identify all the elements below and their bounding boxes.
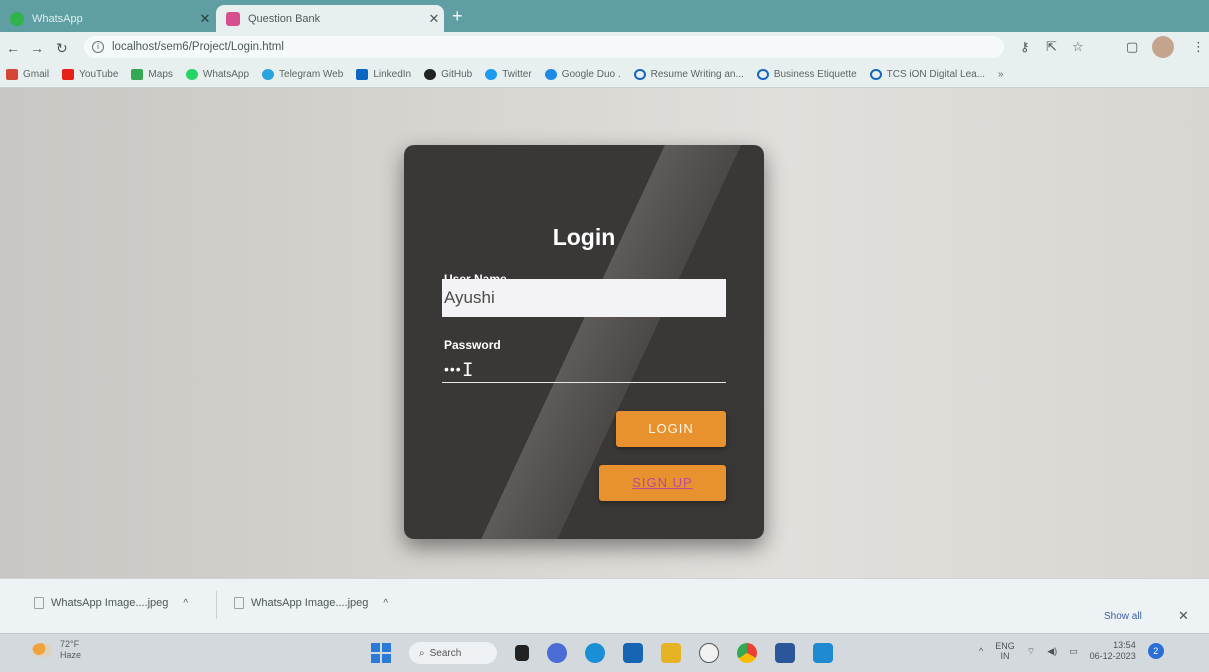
- mail-icon[interactable]: [623, 643, 643, 663]
- weather-widget[interactable]: 72°F Haze: [32, 639, 81, 661]
- telegram-icon: [262, 69, 275, 80]
- login-title: Login: [552, 224, 616, 250]
- downloads-bar: WhatsApp Image....jpeg ^ WhatsApp Image.…: [0, 578, 1209, 633]
- bookmark-resume-writing[interactable]: Resume Writing an...: [633, 69, 744, 80]
- whatsapp-icon: [185, 69, 198, 80]
- avatar[interactable]: [1152, 36, 1174, 58]
- download-item[interactable]: WhatsApp Image....jpeg ^: [34, 597, 188, 609]
- chrome-icon[interactable]: [737, 643, 757, 663]
- chevron-up-icon[interactable]: ^: [979, 646, 983, 656]
- vscode-icon[interactable]: [813, 643, 833, 663]
- menu-icon[interactable]: ⋮: [1192, 39, 1205, 55]
- whatsapp-icon: [10, 11, 24, 26]
- star-icon[interactable]: ☆: [1072, 39, 1084, 55]
- chat-icon[interactable]: [547, 643, 567, 663]
- bookmark-business-etiquette[interactable]: Business Etiquette: [756, 69, 857, 80]
- language-indicator[interactable]: ENG IN: [995, 641, 1015, 661]
- show-all-link[interactable]: Show all: [1104, 611, 1142, 622]
- file-icon: [34, 597, 44, 609]
- key-icon[interactable]: ⚷: [1020, 39, 1030, 55]
- power-icon: [633, 69, 646, 80]
- close-tab-icon[interactable]: ✕: [424, 11, 444, 27]
- power-icon: [869, 69, 882, 80]
- page-content: Login User Name Password I LOGIN SIGN UP: [0, 88, 1209, 578]
- word-icon[interactable]: [775, 643, 795, 663]
- address-bar[interactable]: i localhost/sem6/Project/Login.html: [84, 36, 1004, 58]
- tab-question-bank[interactable]: Question Bank ✕: [216, 5, 444, 32]
- bookmark-linkedin[interactable]: LinkedIn: [356, 69, 411, 80]
- weather-icon: [32, 643, 52, 657]
- more-bookmarks-icon[interactable]: »: [998, 69, 1004, 80]
- github-icon: [424, 69, 437, 80]
- system-tray: ^ ENG IN ⌔ ◀) ▭ 13:54 06-12-2023 2: [979, 640, 1164, 662]
- windows-start-icon[interactable]: [371, 643, 391, 663]
- text-cursor-icon: I: [462, 359, 474, 381]
- bookmark-whatsapp[interactable]: WhatsApp: [185, 69, 249, 80]
- password-label: Password: [444, 338, 501, 352]
- url-text: localhost/sem6/Project/Login.html: [112, 41, 284, 53]
- taskbar: 72°F Haze ⌕ Search ^ ENG IN ⌔ ◀) ▭ 13:54…: [0, 633, 1209, 672]
- close-icon[interactable]: ✕: [1178, 608, 1189, 624]
- signup-button[interactable]: SIGN UP: [599, 465, 726, 501]
- notification-badge[interactable]: 2: [1147, 643, 1164, 659]
- bookmark-gmail[interactable]: Gmail: [6, 69, 49, 80]
- tab-strip: WhatsApp ✕ Question Bank ✕ +: [0, 0, 1209, 32]
- edge-icon[interactable]: [585, 643, 605, 663]
- power-icon: [756, 69, 769, 80]
- reload-icon[interactable]: ↻: [56, 40, 68, 57]
- download-item[interactable]: WhatsApp Image....jpeg ^: [234, 597, 388, 609]
- username-input[interactable]: [442, 279, 726, 317]
- new-tab-icon[interactable]: +: [452, 6, 463, 27]
- divider: [216, 591, 217, 619]
- page-icon: [226, 11, 240, 26]
- bookmark-google-duo[interactable]: Google Duo .: [544, 69, 621, 80]
- bookmarks-bar: Gmail YouTube Maps WhatsApp Telegram Web…: [0, 62, 1209, 88]
- info-icon[interactable]: i: [92, 41, 104, 53]
- dell-icon[interactable]: [699, 643, 719, 663]
- bookmark-tcs-ion[interactable]: TCS iON Digital Lea...: [869, 69, 985, 80]
- youtube-icon: [62, 69, 75, 80]
- bookmark-telegram[interactable]: Telegram Web: [262, 69, 343, 80]
- maps-icon: [131, 69, 144, 80]
- clock[interactable]: 13:54 06-12-2023: [1090, 640, 1136, 662]
- back-icon[interactable]: ←: [6, 40, 20, 56]
- bookmark-maps[interactable]: Maps: [131, 69, 173, 80]
- bookmark-twitter[interactable]: Twitter: [485, 69, 532, 80]
- linkedin-icon: [356, 69, 369, 80]
- close-tab-icon[interactable]: ✕: [195, 11, 215, 27]
- battery-icon[interactable]: ▭: [1069, 646, 1078, 657]
- search-icon: ⌕: [419, 647, 425, 659]
- sidebar-icon[interactable]: ▢: [1126, 39, 1138, 55]
- share-icon[interactable]: ⇱: [1046, 39, 1057, 55]
- bookmark-github[interactable]: GitHub: [424, 69, 472, 80]
- duo-icon: [544, 69, 557, 80]
- bookmark-youtube[interactable]: YouTube: [62, 69, 118, 80]
- chevron-up-icon[interactable]: ^: [383, 598, 388, 609]
- taskbar-search[interactable]: ⌕ Search: [409, 642, 497, 664]
- task-view-icon[interactable]: [515, 645, 529, 661]
- taskbar-apps: ⌕ Search: [371, 642, 833, 664]
- tab-whatsapp[interactable]: WhatsApp ✕: [0, 5, 215, 32]
- forward-icon[interactable]: →: [30, 40, 44, 56]
- login-button[interactable]: LOGIN: [616, 411, 726, 447]
- gmail-icon: [6, 69, 18, 80]
- chevron-up-icon[interactable]: ^: [183, 598, 188, 609]
- weather-temp: 72°F: [60, 639, 80, 649]
- tab-title: Question Bank: [248, 12, 321, 25]
- twitter-icon: [485, 69, 498, 80]
- file-explorer-icon[interactable]: [661, 643, 681, 663]
- tab-title: WhatsApp: [32, 12, 83, 25]
- wifi-icon[interactable]: ⌔: [1027, 646, 1035, 657]
- file-icon: [234, 597, 244, 609]
- weather-desc: Haze: [60, 650, 82, 660]
- password-input[interactable]: [442, 355, 726, 383]
- login-card: Login User Name Password I LOGIN SIGN UP: [404, 145, 764, 539]
- volume-icon[interactable]: ◀): [1047, 646, 1057, 657]
- browser-toolbar: ← → ↻ i localhost/sem6/Project/Login.htm…: [0, 32, 1209, 62]
